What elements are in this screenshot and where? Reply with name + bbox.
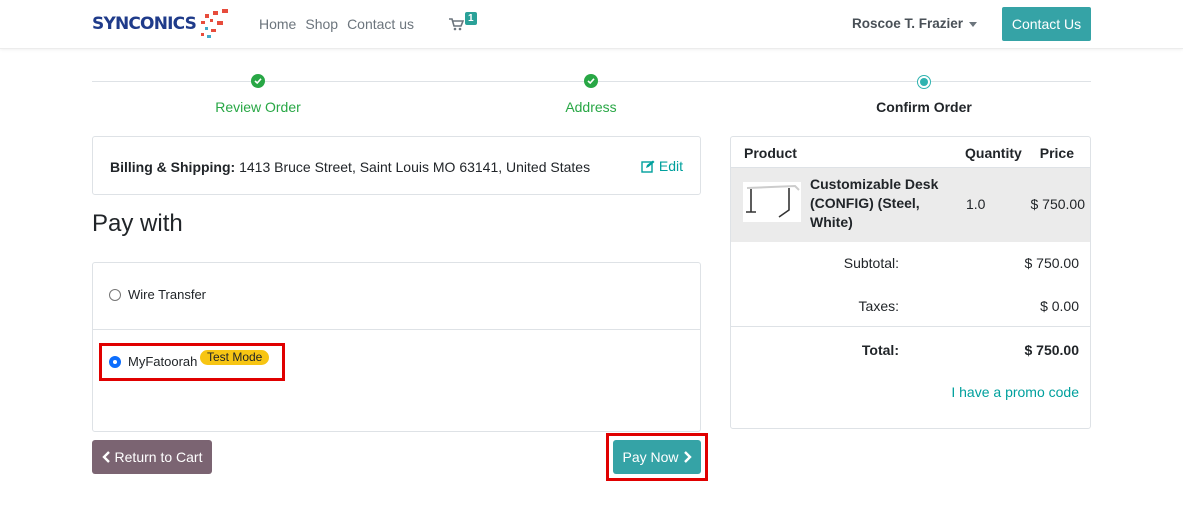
total-value: $ 750.00 xyxy=(1024,342,1080,358)
wire-transfer-radio[interactable] xyxy=(109,289,121,301)
main-nav: Home Shop Contact us xyxy=(259,16,423,32)
nav-contact-us[interactable]: Contact us xyxy=(347,16,414,32)
logo-text: SYNCONICS xyxy=(92,14,197,34)
return-to-cart-button[interactable]: Return to Cart xyxy=(92,440,212,474)
caret-down-icon xyxy=(969,21,978,27)
billing-address: Billing & Shipping: 1413 Bruce Street, S… xyxy=(110,159,590,175)
user-menu[interactable]: Roscoe T. Frazier xyxy=(852,16,978,31)
order-summary-card: Product Quantity Price Customizable Desk… xyxy=(730,136,1091,429)
return-to-cart-label: Return to Cart xyxy=(114,449,203,465)
nav-shop[interactable]: Shop xyxy=(305,16,338,32)
product-thumbnail xyxy=(743,182,801,222)
step-confirm-order: Confirm Order xyxy=(876,99,972,115)
step-review-check-icon xyxy=(251,74,265,88)
billing-address-value: 1413 Bruce Street, Saint Louis MO 63141,… xyxy=(235,159,591,175)
chevron-left-icon xyxy=(101,451,110,463)
pay-with-heading: Pay with xyxy=(92,210,183,237)
product-price: $ 750.00 xyxy=(1030,196,1086,212)
step-address-check-icon xyxy=(584,74,598,88)
pay-now-highlight-box xyxy=(606,433,708,481)
edit-label: Edit xyxy=(658,158,683,174)
wire-transfer-label[interactable]: Wire Transfer xyxy=(128,287,206,302)
edit-icon xyxy=(641,160,655,173)
quantity-column-header: Quantity xyxy=(965,145,1022,161)
contact-us-button[interactable]: Contact Us xyxy=(1002,7,1091,41)
logo-mark-icon xyxy=(197,8,233,40)
step-review-order[interactable]: Review Order xyxy=(158,99,358,115)
subtotal-label: Subtotal: xyxy=(843,255,899,271)
myfatoorah-highlight-box xyxy=(99,343,285,381)
table-row: Customizable Desk (CONFIG) (Steel, White… xyxy=(731,168,1090,242)
billing-label: Billing & Shipping: xyxy=(110,159,236,175)
billing-shipping-card: Billing & Shipping: 1413 Bruce Street, S… xyxy=(92,136,701,195)
subtotal-value: $ 750.00 xyxy=(1024,255,1080,271)
cart-link[interactable]: 1 xyxy=(449,12,477,31)
edit-address-link[interactable]: Edit xyxy=(641,158,683,174)
product-column-header: Product xyxy=(744,145,797,161)
step-confirm-current-icon xyxy=(917,75,931,89)
user-name: Roscoe T. Frazier xyxy=(852,16,964,31)
nav-home[interactable]: Home xyxy=(259,16,296,32)
taxes-label: Taxes: xyxy=(858,298,899,314)
step-address[interactable]: Address xyxy=(491,99,691,115)
product-name[interactable]: Customizable Desk (CONFIG) (Steel, White… xyxy=(810,175,950,232)
price-column-header: Price xyxy=(1039,145,1074,161)
top-navbar: SYNCONICS Home Shop Contact us 1 Roscoe … xyxy=(0,0,1183,49)
shopping-cart-icon xyxy=(449,18,464,31)
taxes-value: $ 0.00 xyxy=(1040,298,1079,314)
total-divider xyxy=(731,326,1090,327)
product-quantity: 1.0 xyxy=(966,196,986,212)
total-label: Total: xyxy=(861,342,899,358)
cart-count-badge: 1 xyxy=(465,12,477,25)
promo-code-link[interactable]: I have a promo code xyxy=(951,384,1079,400)
synconics-logo[interactable]: SYNCONICS xyxy=(92,8,233,40)
